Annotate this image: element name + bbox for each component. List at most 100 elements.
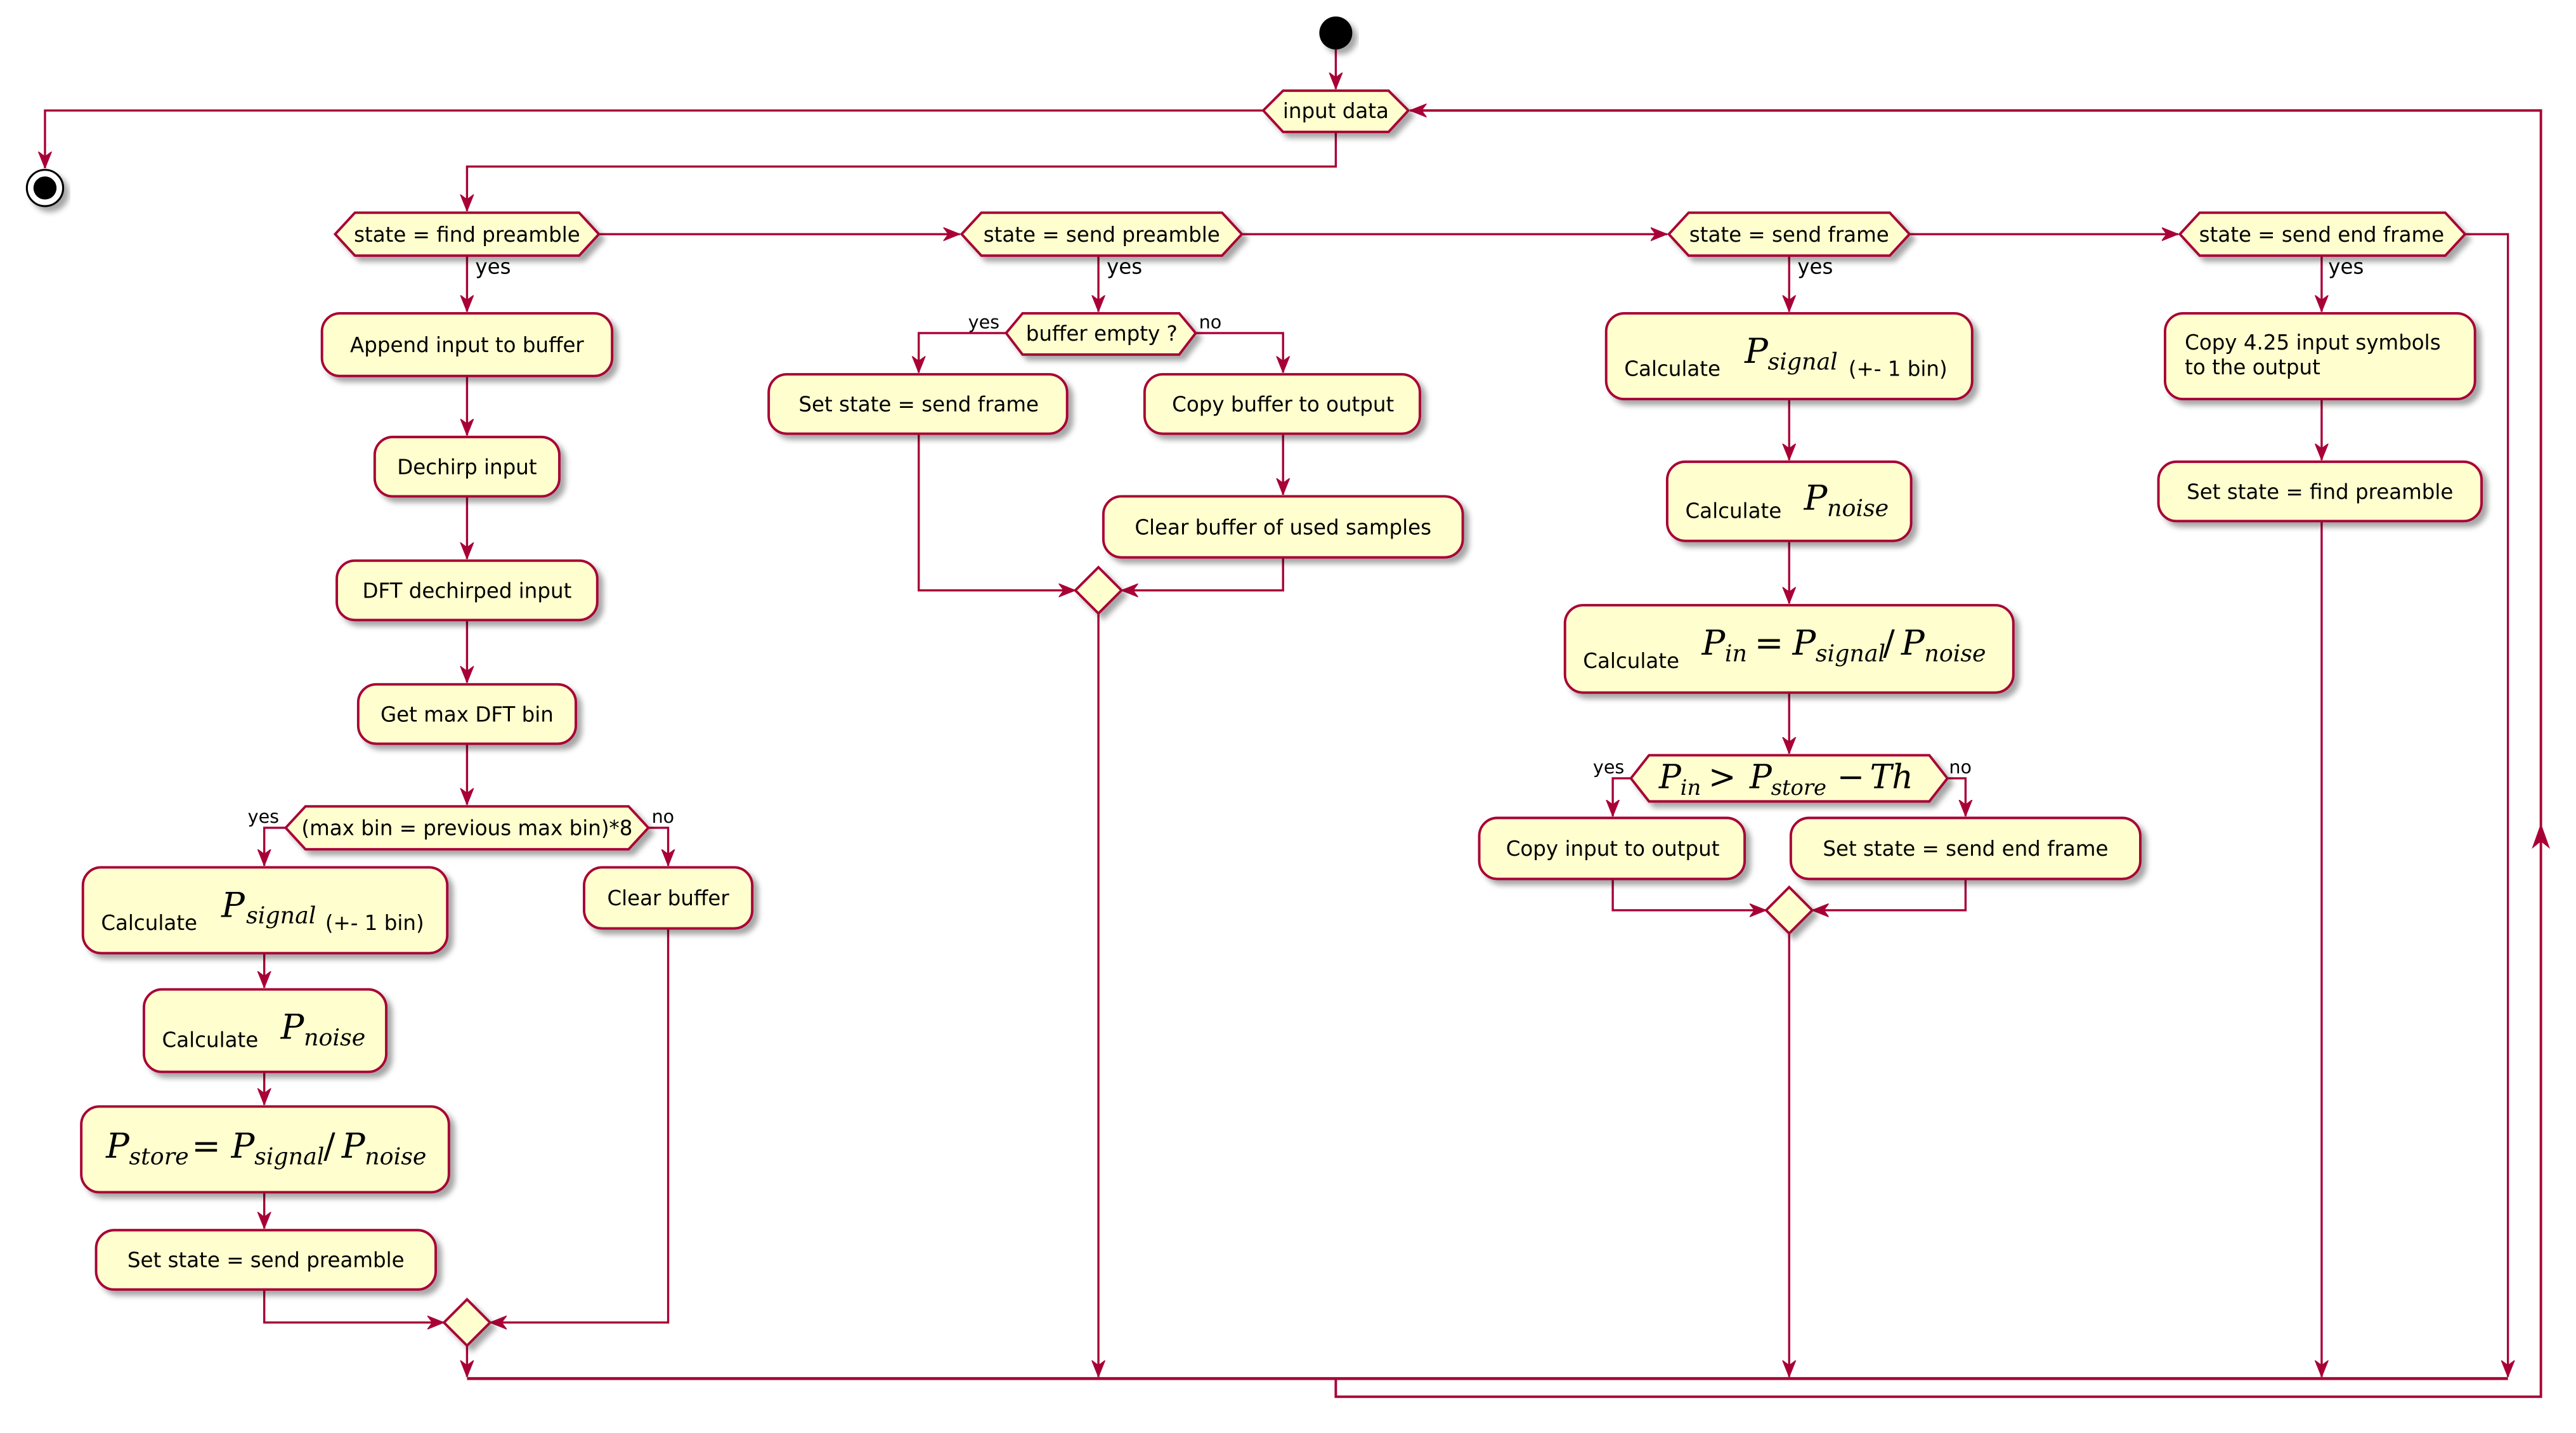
yes-label: yes: [1107, 255, 1142, 279]
merge-diamond-c3: [1764, 885, 1814, 936]
decision-max-bin: (max bin = previous max bin)*8 yes no: [248, 805, 675, 851]
edge-input-to-stop: [45, 109, 1264, 169]
decision-buffer-empty-label: buffer empty ?: [1026, 322, 1178, 346]
math-sub-noise: noise: [1924, 639, 1986, 667]
math-sub-signal: signal: [246, 902, 316, 929]
edge-c1-maxbin-yes: [264, 827, 286, 866]
calculate-label: Calculate: [1685, 499, 1781, 523]
math-eq: =: [192, 1125, 221, 1166]
yes-label: yes: [1593, 756, 1624, 778]
math-gt: >: [1708, 759, 1736, 797]
edge-input-to-find-preamble: [467, 131, 1337, 211]
math-P: P: [105, 1125, 130, 1166]
yes-label: yes: [475, 255, 511, 279]
calculate-label: Calculate: [101, 911, 197, 935]
action-append-input: Append input to buffer: [320, 311, 614, 377]
math-sub-signal: signal: [254, 1142, 324, 1170]
activity-diagram: input data state = find preamble yes sta…: [25, 16, 2551, 1398]
yes-label: yes: [1797, 255, 1833, 279]
action-clear-used-samples: Clear buffer of used samples: [1102, 495, 1464, 559]
input-data-label: input data: [1283, 99, 1389, 123]
edge-c1-setstate-merge: [263, 1289, 445, 1323]
no-label: no: [1199, 311, 1222, 332]
decision-buffer-empty: buffer empty ? yes no: [968, 311, 1222, 356]
edge-else-to-merge: [2465, 233, 2508, 1377]
action-calc-psignal-c3: Calculate P signal (+- 1 bin): [1604, 311, 1974, 401]
math-sub-in: in: [1681, 775, 1701, 800]
action-label: Copy buffer to output: [1172, 393, 1394, 417]
edge-c3-setend-merge: [1812, 879, 1967, 910]
action-copy-buffer: Copy buffer to output: [1143, 373, 1421, 435]
action-label: Set state = send preamble: [127, 1248, 405, 1273]
yes-label: yes: [2328, 255, 2364, 279]
math-slash: /: [1883, 622, 1895, 663]
math-P: P: [280, 1007, 305, 1047]
math-eq: =: [1755, 622, 1784, 663]
action-copy-425-symbols: Copy 4.25 input symbols to the output: [2164, 311, 2476, 401]
edge-c3-cmp-yes: [1613, 777, 1631, 816]
edge-c2-clear-merge: [1121, 557, 1284, 591]
calculate-label: Calculate: [1624, 357, 1721, 381]
bin-range-label: (+- 1 bin): [1849, 357, 1948, 381]
input-data-decision: input data: [1261, 89, 1410, 133]
action-set-find-preamble: Set state = find preamble: [2157, 460, 2483, 523]
decision-send-frame-label: state = send frame: [1689, 223, 1889, 247]
decision-send-end-frame-label: state = send end frame: [2199, 223, 2444, 247]
edge-c2-empty-no: [1195, 332, 1283, 373]
decision-send-preamble-label: state = send preamble: [984, 223, 1220, 247]
yes-label: yes: [248, 806, 279, 827]
action-label-line2: to the output: [2185, 355, 2320, 379]
action-set-send-frame: Set state = send frame: [767, 373, 1069, 435]
action-label: Copy input to output: [1506, 837, 1720, 861]
math-sub-store: store: [129, 1142, 189, 1170]
math-P: P: [231, 1125, 256, 1166]
action-label-line1: Copy 4.25 input symbols: [2185, 330, 2441, 355]
math-sub-noise: noise: [365, 1142, 426, 1170]
edge-c2-empty-yes: [919, 332, 1006, 373]
action-label: Clear buffer: [607, 886, 729, 910]
action-get-max-dft-bin: Get max DFT bin: [356, 683, 577, 745]
action-calc-psignal-c1: Calculate P signal (+- 1 bin): [81, 866, 449, 955]
action-label: Get max DFT bin: [381, 702, 554, 726]
action-dechirp-input: Dechirp input: [373, 435, 561, 498]
action-set-send-preamble: Set state = send preamble: [94, 1229, 437, 1291]
math-P: P: [1792, 622, 1816, 663]
action-copy-input-output: Copy input to output: [1478, 816, 1747, 880]
calculate-label: Calculate: [162, 1028, 259, 1052]
math-P: P: [221, 884, 245, 925]
math-P: P: [1701, 622, 1726, 663]
action-set-send-end-frame: Set state = send end frame: [1789, 816, 2142, 880]
bin-range-label: (+- 1 bin): [325, 911, 424, 935]
no-label: no: [652, 806, 675, 827]
math-P: P: [1749, 759, 1773, 797]
math-slash: /: [323, 1125, 335, 1166]
math-P: P: [341, 1125, 366, 1166]
decision-pin-compare: P in > P store − Th yes no: [1593, 754, 1972, 803]
action-pstore: P store = P signal / P noise: [80, 1105, 450, 1194]
math-sub-store: store: [1771, 775, 1826, 800]
action-label: Dechirp input: [397, 455, 537, 479]
math-sub-noise: noise: [1827, 495, 1889, 522]
decision-find-preamble-label: state = find preamble: [354, 223, 580, 247]
yes-label: yes: [968, 311, 999, 332]
start-node: [1319, 16, 1353, 49]
action-calc-pnoise-c3: Calculate P noise: [1665, 460, 1913, 542]
decision-max-bin-label: (max bin = previous max bin)*8: [301, 816, 632, 841]
math-P: P: [1804, 477, 1828, 518]
math-sub-signal: signal: [1816, 639, 1885, 667]
math-sub-in: in: [1725, 639, 1747, 667]
merge-diamond-c1: [442, 1297, 492, 1347]
math-minus: −: [1837, 759, 1865, 797]
action-label: Set state = send frame: [798, 393, 1039, 417]
edge-c1-maxbin-no: [648, 827, 668, 866]
stop-node: [25, 169, 65, 207]
math-sub-signal: signal: [1767, 348, 1837, 375]
action-label: Set state = send end frame: [1823, 837, 2108, 861]
calculate-label: Calculate: [1583, 649, 1679, 673]
edge-c2-setframe-merge: [918, 433, 1076, 591]
action-label: Clear buffer of used samples: [1135, 515, 1431, 539]
math-P: P: [1901, 622, 1925, 663]
action-label: Set state = find preamble: [2187, 480, 2453, 504]
loop-back-line: [1334, 110, 2542, 1398]
action-label: Append input to buffer: [350, 333, 584, 357]
